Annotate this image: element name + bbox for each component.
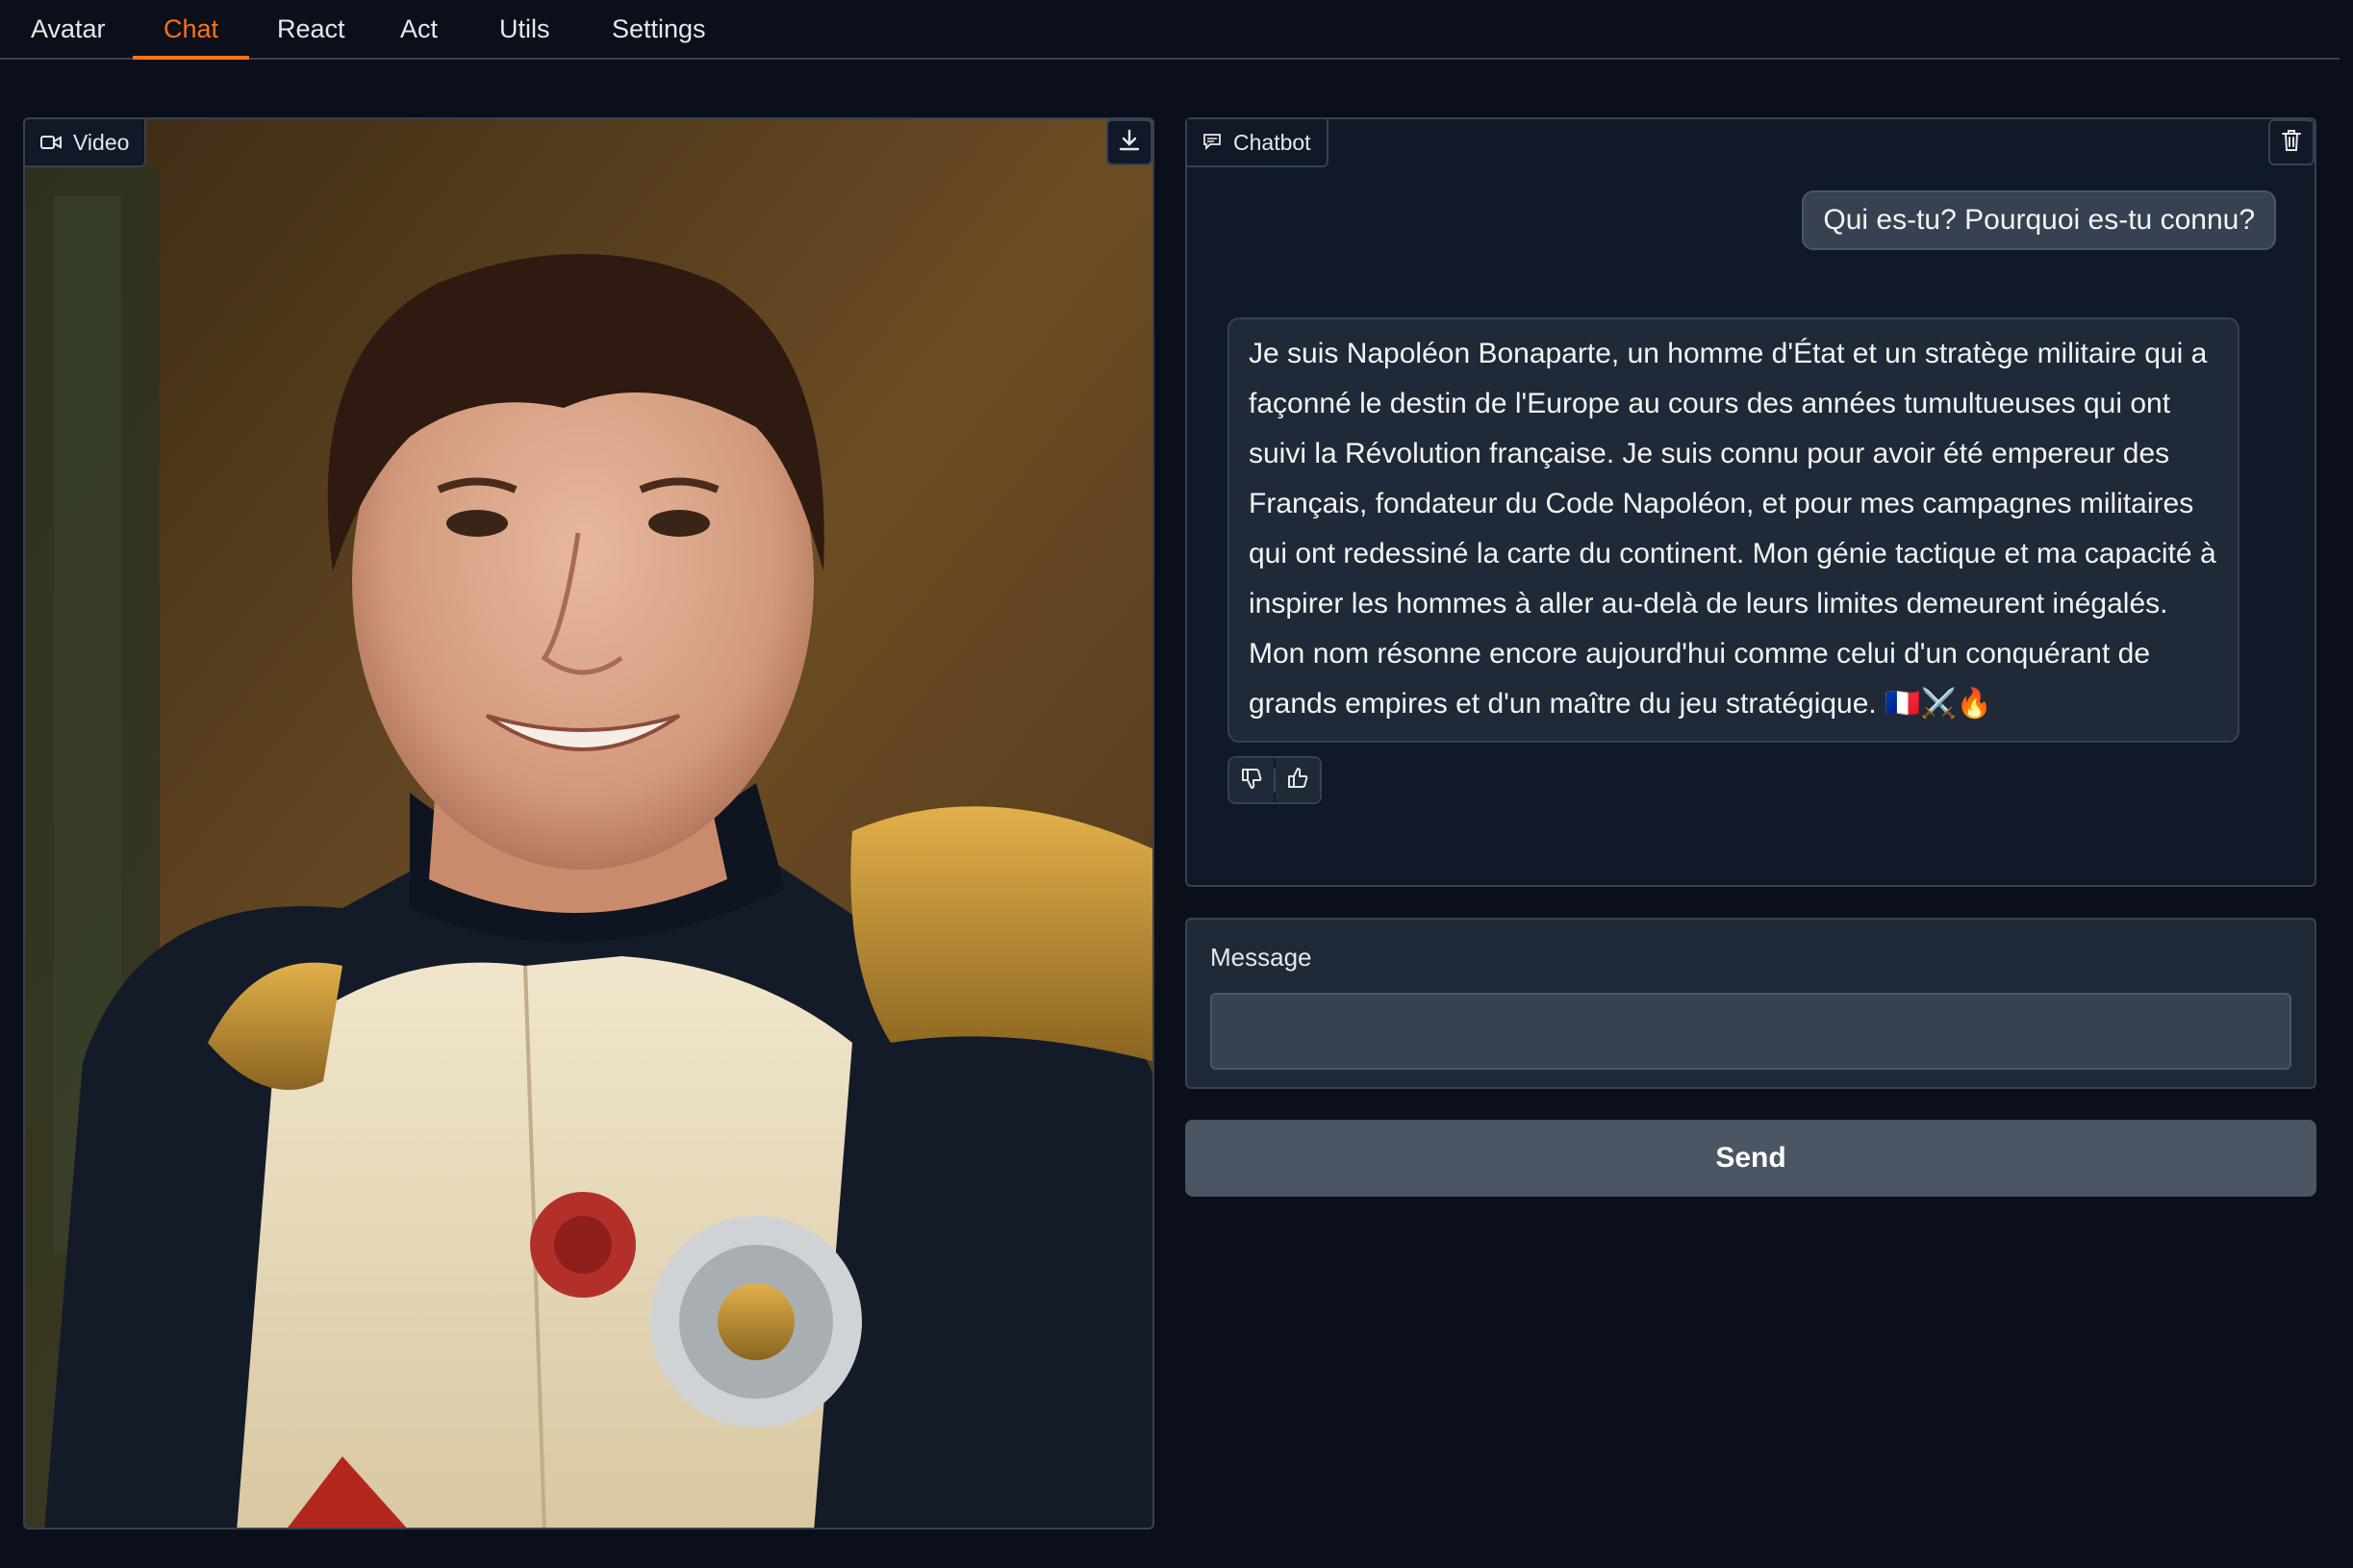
user-message: Qui es-tu? Pourquoi es-tu connu? xyxy=(1802,190,2276,250)
tab-act[interactable]: Act xyxy=(369,0,468,58)
thumbs-up-icon xyxy=(1285,766,1310,796)
message-input[interactable] xyxy=(1210,993,2291,1070)
download-button[interactable] xyxy=(1106,119,1152,165)
chat-icon xyxy=(1202,130,1222,156)
like-button[interactable] xyxy=(1276,758,1320,802)
send-button[interactable]: Send xyxy=(1185,1120,2316,1197)
message-label: Message xyxy=(1210,943,1312,972)
message-panel: Message xyxy=(1185,918,2316,1089)
download-icon xyxy=(1117,128,1142,158)
tab-react[interactable]: React xyxy=(246,0,376,58)
trash-icon xyxy=(2280,128,2303,158)
chatbot-label-chip: Chatbot xyxy=(1187,119,1328,167)
tab-utils[interactable]: Utils xyxy=(468,0,581,58)
video-label-chip: Video xyxy=(25,119,147,167)
feedback-buttons xyxy=(1227,756,1322,804)
video-panel: Video xyxy=(23,117,1154,1530)
chatbot-panel: Chatbot Qui es-tu? Pourquoi es-tu connu?… xyxy=(1185,117,2316,887)
thumbs-down-icon xyxy=(1239,766,1264,796)
tab-avatar[interactable]: Avatar xyxy=(0,0,137,58)
tab-settings[interactable]: Settings xyxy=(581,0,737,58)
tab-chat[interactable]: Chat xyxy=(133,0,250,60)
video-label: Video xyxy=(73,129,130,155)
assistant-message: Je suis Napoléon Bonaparte, un homme d'É… xyxy=(1227,317,2239,743)
tab-bar: Avatar Chat React Act Utils Settings xyxy=(0,0,2340,60)
video-camera-icon xyxy=(40,130,62,156)
clear-chat-button[interactable] xyxy=(2268,119,2315,165)
dislike-button[interactable] xyxy=(1229,758,1274,802)
avatar-video-frame xyxy=(25,119,1152,1528)
chatbot-label: Chatbot xyxy=(1233,129,1311,155)
